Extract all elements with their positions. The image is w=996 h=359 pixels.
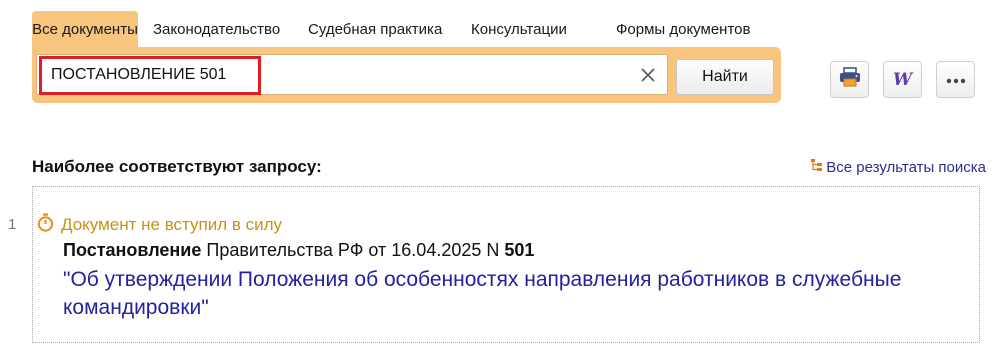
document-status: Документ не вступил в силу	[37, 213, 282, 237]
result-card: Документ не вступил в силу Постановление…	[32, 186, 980, 343]
clear-icon[interactable]	[639, 66, 657, 84]
more-button[interactable]	[936, 61, 975, 98]
all-results-link[interactable]: Все результаты поиска	[810, 158, 986, 176]
find-button[interactable]: Найти	[676, 59, 774, 95]
tab-court-practice[interactable]: Судебная практика	[283, 11, 456, 48]
tab-document-forms[interactable]: Формы документов	[601, 11, 756, 48]
tree-list-icon	[810, 158, 824, 176]
search-box	[36, 54, 668, 95]
tab-legislation[interactable]: Законодательство	[138, 11, 283, 48]
doc-issuer-date: Правительства РФ от 16.04.2025 N	[206, 240, 500, 260]
document-header: Постановление Правительства РФ от 16.04.…	[63, 240, 534, 261]
doc-number: 501	[504, 240, 535, 260]
search-tabs: Все документы Законодательство Судебная …	[32, 11, 756, 48]
results-heading: Наиболее соответствуют запросу:	[32, 157, 322, 176]
tab-consultations[interactable]: Консультации	[456, 11, 601, 48]
export-word-button[interactable]: W	[883, 61, 922, 98]
printer-icon	[839, 67, 861, 92]
tab-all-documents[interactable]: Все документы	[32, 11, 138, 48]
search-panel: Найти	[32, 47, 781, 103]
all-results-label: Все результаты поиска	[826, 158, 986, 176]
document-title-link[interactable]: "Об утверждении Положения об особенностя…	[63, 266, 943, 322]
word-export-icon: W	[892, 69, 913, 90]
doc-type: Постановление	[63, 240, 202, 260]
more-icon	[946, 71, 966, 89]
print-button[interactable]	[830, 61, 869, 98]
search-input[interactable]	[51, 60, 591, 90]
result-number: 1	[8, 216, 17, 233]
status-text: Документ не вступил в силу	[61, 215, 283, 234]
stopwatch-icon	[37, 213, 54, 237]
